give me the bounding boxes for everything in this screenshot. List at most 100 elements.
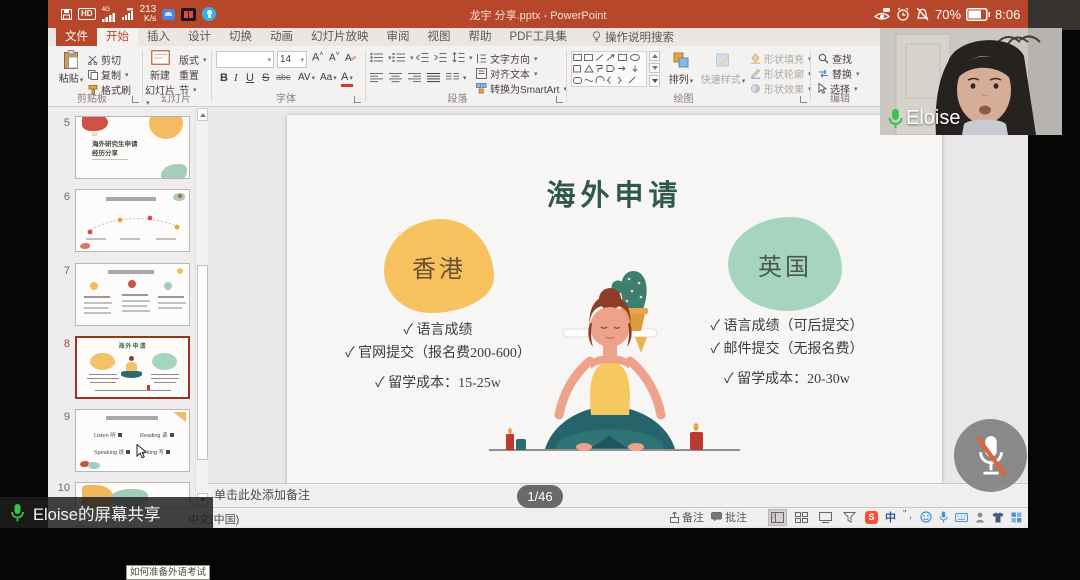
- align-center-button[interactable]: [389, 72, 402, 83]
- tab-insert[interactable]: 插入: [138, 28, 179, 46]
- tab-view[interactable]: 视图: [419, 28, 460, 46]
- ime-punctuation-icon[interactable]: [903, 512, 913, 522]
- bold-button[interactable]: B: [220, 72, 228, 84]
- ime-skin-icon[interactable]: [992, 512, 1004, 523]
- notes-pane[interactable]: 单击此处添加备注: [208, 483, 1028, 507]
- change-case-button[interactable]: Aa: [320, 72, 337, 83]
- text-direction-button[interactable]: 文字方向: [476, 51, 538, 66]
- shape-outline-button[interactable]: 形状轮廓: [750, 66, 812, 81]
- paragraph-group-label: 段落: [370, 90, 545, 105]
- numbering-button[interactable]: [392, 52, 414, 63]
- tab-file[interactable]: 文件: [56, 28, 97, 46]
- justify-button[interactable]: [427, 72, 440, 83]
- battery-percent: 70%: [935, 7, 961, 22]
- slide-thumbnail-7[interactable]: [75, 263, 190, 326]
- drawing-dialog-launcher[interactable]: [800, 96, 807, 103]
- strikethrough-button[interactable]: S: [262, 72, 269, 84]
- slide-sorter-view-button[interactable]: [793, 510, 810, 525]
- screen: 龙宇 分享.pptx - PowerPoint HD 4G 213 K/s 70…: [0, 0, 1080, 532]
- tab-home[interactable]: 开始: [97, 28, 138, 46]
- alarm-clock-icon: [896, 7, 910, 21]
- tab-help[interactable]: 帮助: [460, 28, 501, 46]
- decrease-indent-button[interactable]: [416, 52, 429, 63]
- slide-thumbnail-9[interactable]: Listen 听 Reading 读 Speaking 说 Writing 写: [75, 409, 190, 472]
- ime-account-icon[interactable]: [975, 512, 985, 523]
- ime-badge-icon: [181, 8, 196, 21]
- shapes-gallery[interactable]: [571, 51, 647, 87]
- current-slide[interactable]: 海外申请 香港 英国 ✓ 语言成绩 ✓ 官网提交（报名费200-600） ✓ 留…: [287, 115, 942, 483]
- title-bar: 龙宇 分享.pptx - PowerPoint HD 4G 213 K/s 70…: [48, 0, 1028, 28]
- reading-view-button[interactable]: [817, 510, 834, 525]
- slideshow-view-button[interactable]: [841, 510, 858, 525]
- muted-mic-icon: [972, 431, 1010, 481]
- tab-design[interactable]: 设计: [179, 28, 220, 46]
- shape-fill-button[interactable]: 形状填充: [750, 51, 812, 66]
- font-dialog-launcher[interactable]: [354, 96, 361, 103]
- clipboard-dialog-launcher[interactable]: [132, 96, 139, 103]
- shapes-scroll-up[interactable]: [649, 51, 660, 61]
- slide-thumbnail-5[interactable]: 02 海外研究生申请 经历分享: [75, 116, 190, 179]
- char-spacing-button[interactable]: AV: [298, 72, 315, 83]
- underline-button[interactable]: U: [246, 72, 254, 84]
- align-right-button[interactable]: [408, 72, 421, 83]
- shapes-more-button[interactable]: [649, 75, 660, 87]
- font-name-combo[interactable]: ▾: [216, 51, 274, 68]
- bullets-button[interactable]: [370, 52, 392, 63]
- align-text-button[interactable]: 对齐文本: [476, 66, 538, 81]
- tab-slideshow[interactable]: 幻灯片放映: [302, 28, 378, 46]
- reset-button[interactable]: 重置: [179, 67, 199, 82]
- tell-me-search[interactable]: 操作说明搜索: [592, 28, 674, 46]
- copy-button[interactable]: 复制: [88, 67, 129, 82]
- tab-review[interactable]: 审阅: [378, 28, 419, 46]
- webcam-tile[interactable]: Eloise: [880, 28, 1062, 135]
- thumbnail-tooltip: 如何准备外语考试: [126, 565, 210, 580]
- slide-canvas[interactable]: 海外申请 香港 英国 ✓ 语言成绩 ✓ 官网提交（报名费200-600） ✓ 留…: [208, 107, 1028, 483]
- notes-toggle-button[interactable]: 备注: [670, 509, 704, 525]
- mouse-cursor: [136, 444, 147, 459]
- grow-font-button[interactable]: A˄: [312, 51, 323, 64]
- ime-voice-icon[interactable]: [939, 511, 948, 523]
- font-size-combo[interactable]: 14▾: [277, 51, 307, 68]
- slide-thumbnail-8-current[interactable]: 海外申请: [75, 336, 190, 399]
- shrink-font-button[interactable]: A˅: [329, 51, 340, 63]
- quick-styles-button[interactable]: 快速样式: [700, 52, 746, 86]
- tab-transitions[interactable]: 切换: [220, 28, 261, 46]
- mute-bell-icon: [915, 7, 930, 21]
- tab-pdf-tools[interactable]: PDF工具集: [501, 28, 577, 46]
- scrollbar-thumb[interactable]: [197, 265, 208, 460]
- columns-button[interactable]: [446, 72, 467, 83]
- cut-button[interactable]: 剪切: [88, 52, 121, 67]
- save-icon[interactable]: [61, 9, 72, 20]
- replace-button[interactable]: 替换: [818, 66, 860, 81]
- line-spacing-button[interactable]: [452, 52, 473, 63]
- sogou-ime-icon[interactable]: S: [865, 511, 878, 524]
- tab-animations[interactable]: 动画: [261, 28, 302, 46]
- ime-keyboard-icon[interactable]: [955, 513, 968, 522]
- ime-toolbox-icon[interactable]: [1011, 512, 1022, 523]
- uk-blob: 英国: [728, 217, 842, 311]
- normal-view-button[interactable]: [769, 510, 786, 525]
- paragraph-dialog-launcher[interactable]: [556, 96, 563, 103]
- increase-indent-button[interactable]: [434, 52, 447, 63]
- paste-button[interactable]: 粘贴: [58, 50, 84, 85]
- battery-icon: [966, 8, 990, 21]
- clock-time: 8:06: [995, 7, 1020, 22]
- ime-chinese-mode-icon[interactable]: 中: [885, 509, 896, 525]
- arrange-button[interactable]: 排列: [665, 52, 697, 86]
- thumbnail-scrollbar[interactable]: [195, 107, 208, 507]
- layout-button[interactable]: 版式: [179, 52, 207, 67]
- clear-format-button[interactable]: A: [345, 51, 357, 63]
- align-left-button[interactable]: [370, 72, 383, 83]
- font-color-button[interactable]: A: [341, 72, 353, 87]
- slide-thumbnail-6[interactable]: [75, 189, 190, 252]
- mute-microphone-button[interactable]: [954, 419, 1027, 492]
- meeting-app-icon: [202, 7, 216, 21]
- scroll-up-button[interactable]: [197, 108, 208, 121]
- find-button[interactable]: 查找: [818, 51, 852, 66]
- shapes-scroll-down[interactable]: [649, 63, 660, 73]
- screen-share-banner: Eloise的屏幕共享: [0, 497, 213, 528]
- strike-abc-button[interactable]: abc: [276, 72, 291, 82]
- ime-emoji-icon[interactable]: [920, 511, 932, 523]
- italic-button[interactable]: I: [234, 72, 238, 84]
- comments-toggle-button[interactable]: 批注: [711, 509, 747, 525]
